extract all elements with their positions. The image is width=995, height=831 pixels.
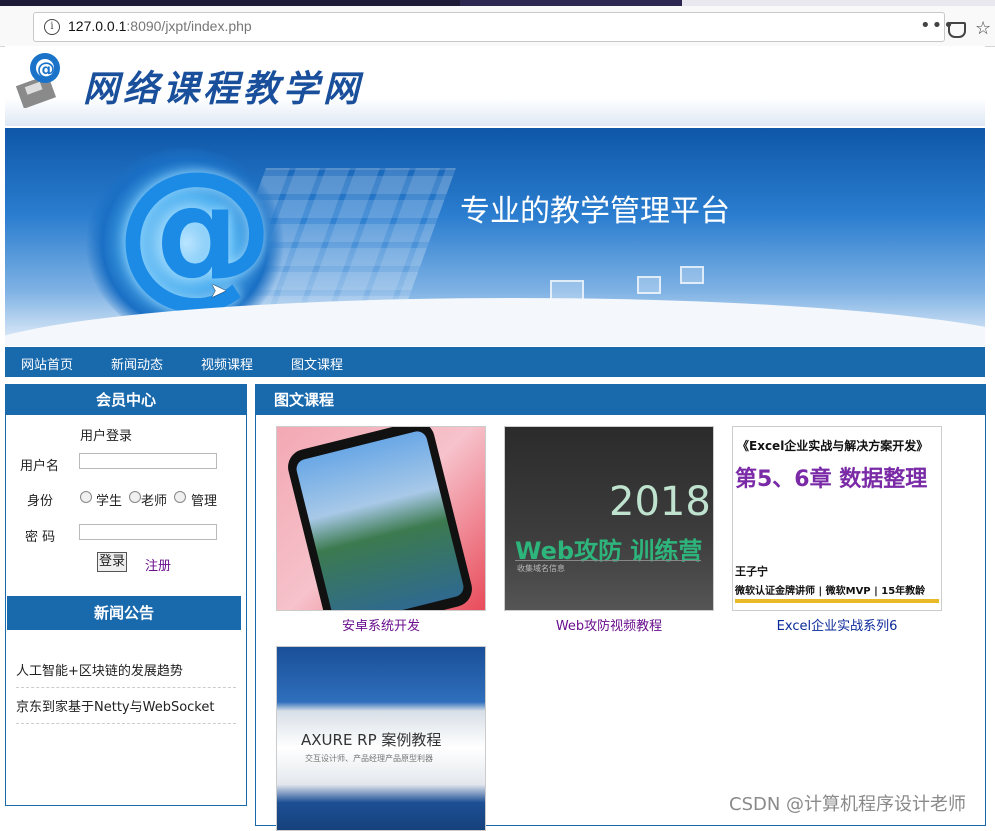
nav-video-courses[interactable]: 视频课程: [201, 354, 253, 373]
role-admin-radio[interactable]: [174, 491, 186, 503]
news-header: 新闻公告: [7, 596, 241, 630]
site-title: 网络课程教学网: [83, 68, 364, 110]
course-card[interactable]: 2018 Web攻防 训练营 收集域名信息 Web攻防视频教程: [504, 426, 714, 634]
username-input[interactable]: [79, 453, 217, 469]
thumb-subtitle: 收集域名信息: [517, 564, 565, 573]
courses-panel: 图文课程 安卓系统开发 2018 Web攻防 训练营 收集域名信息 Web攻防视…: [255, 384, 986, 831]
course-thumbnail[interactable]: 《Excel企业实战与解决方案开发》 第5、6章 数据整理 王子宁 微软认证金牌…: [732, 426, 942, 611]
role-teacher-radio[interactable]: [129, 491, 141, 503]
mouse-cursor-icon: ➤: [210, 278, 227, 302]
register-link[interactable]: 注册: [145, 555, 171, 574]
thumb-book-title: 《Excel企业实战与解决方案开发》: [737, 439, 929, 453]
course-thumbnail[interactable]: [276, 426, 486, 611]
svg-text:@: @: [37, 59, 55, 80]
thumb-title: AXURE RP 案例教程: [301, 731, 442, 749]
course-thumbnail[interactable]: AXURE RP 案例教程 交互设计师、产品经理产品原型利器: [276, 646, 486, 831]
course-card[interactable]: 《Excel企业实战与解决方案开发》 第5、6章 数据整理 王子宁 微软认证金牌…: [732, 426, 942, 634]
pocket-icon[interactable]: [948, 22, 966, 38]
course-caption[interactable]: Web攻防视频教程: [504, 615, 714, 634]
hero-banner: @ 专业的教学管理平台 ➤: [5, 128, 985, 346]
member-center-header: 会员中心: [6, 385, 246, 415]
course-thumbnail[interactable]: 2018 Web攻防 训练营 收集域名信息: [504, 426, 714, 611]
news-item[interactable]: 人工智能+区块链的发展趋势: [16, 660, 236, 688]
envelope-icon: [637, 276, 661, 294]
banner-slogan: 专业的教学管理平台: [460, 194, 730, 229]
login-button[interactable]: 登录: [97, 552, 127, 572]
thumb-subtitle: 交互设计师、产品经理产品原型利器: [305, 754, 433, 763]
bookmark-star-icon[interactable]: ☆: [975, 18, 991, 39]
at-sign-graphic: @: [115, 136, 275, 323]
thumb-divider: [515, 560, 701, 561]
address-bar[interactable]: i 127.0.0.1:8090/jxpt/index.php: [33, 12, 945, 42]
role-admin-label: 管理: [191, 494, 218, 509]
role-teacher-label: 老师: [141, 494, 168, 509]
news-item[interactable]: 京东到家基于Netty与WebSocket: [16, 696, 236, 724]
phone-graphic: [284, 427, 476, 610]
thumb-year: 2018: [609, 479, 711, 525]
nav-text-courses[interactable]: 图文课程: [291, 354, 343, 373]
main-nav: 网站首页 新闻动态 视频课程 图文课程: [5, 347, 985, 377]
thumb-author-bio: 微软认证金牌讲师 | 微软MVP | 15年教龄: [735, 586, 926, 597]
courses-header: 图文课程: [256, 385, 985, 415]
envelope-icon: [680, 266, 704, 284]
role-student-radio[interactable]: [80, 491, 92, 503]
thumb-chapter: 第5、6章 数据整理: [735, 467, 928, 492]
nav-news[interactable]: 新闻动态: [111, 354, 163, 373]
course-card[interactable]: AXURE RP 案例教程 交互设计师、产品经理产品原型利器: [276, 646, 486, 831]
password-input[interactable]: [79, 524, 217, 540]
thumb-accent-bar: [735, 599, 939, 603]
role-student-label: 学生: [96, 494, 123, 509]
password-label: 密 码: [25, 530, 56, 545]
browser-toolbar: i 127.0.0.1:8090/jxpt/index.php ••• ☆: [0, 6, 995, 47]
role-label: 身份: [27, 494, 54, 509]
url-text[interactable]: 127.0.0.1:8090/jxpt/index.php: [68, 18, 252, 34]
course-card[interactable]: 安卓系统开发: [276, 426, 486, 634]
site-logo-icon: @: [15, 53, 60, 108]
thumb-author: 王子宁: [735, 565, 768, 578]
username-label: 用户名: [20, 459, 60, 474]
nav-home[interactable]: 网站首页: [21, 354, 73, 373]
info-icon[interactable]: i: [44, 19, 60, 35]
sidebar: 会员中心 用户登录 用户名 身份 学生 老师 管理 密 码 登录 注册 新闻公告…: [5, 384, 247, 806]
watermark: CSDN @计算机程序设计老师: [729, 794, 967, 815]
site-header: @ 网络课程教学网: [5, 46, 985, 126]
login-title: 用户登录: [80, 429, 133, 444]
course-caption[interactable]: Excel企业实战系列6: [732, 615, 942, 634]
course-caption[interactable]: 安卓系统开发: [276, 615, 486, 634]
